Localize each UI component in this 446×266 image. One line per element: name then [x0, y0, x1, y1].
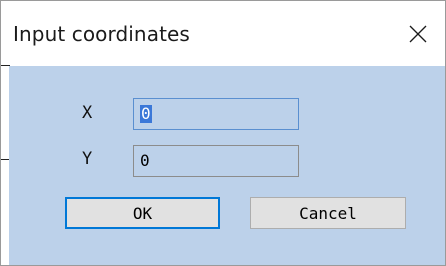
window-title: Input coordinates [13, 22, 190, 46]
close-icon [408, 24, 428, 44]
x-coordinate-input[interactable]: 0 [133, 98, 299, 130]
ok-button[interactable]: OK [65, 197, 220, 229]
close-button[interactable] [401, 17, 435, 51]
y-label: Y [82, 149, 93, 169]
cancel-button[interactable]: Cancel [250, 197, 406, 229]
y-coordinate-value: 0 [140, 151, 150, 170]
y-coordinate-input[interactable]: 0 [133, 145, 299, 177]
title-bar[interactable]: Input coordinates [1, 1, 445, 66]
input-coordinates-dialog: Input coordinates X 0 Y 0 OK Cancel [0, 0, 446, 266]
x-label: X [82, 103, 93, 123]
x-coordinate-value: 0 [140, 104, 152, 123]
dialog-body: X 0 Y 0 OK Cancel [9, 66, 445, 265]
